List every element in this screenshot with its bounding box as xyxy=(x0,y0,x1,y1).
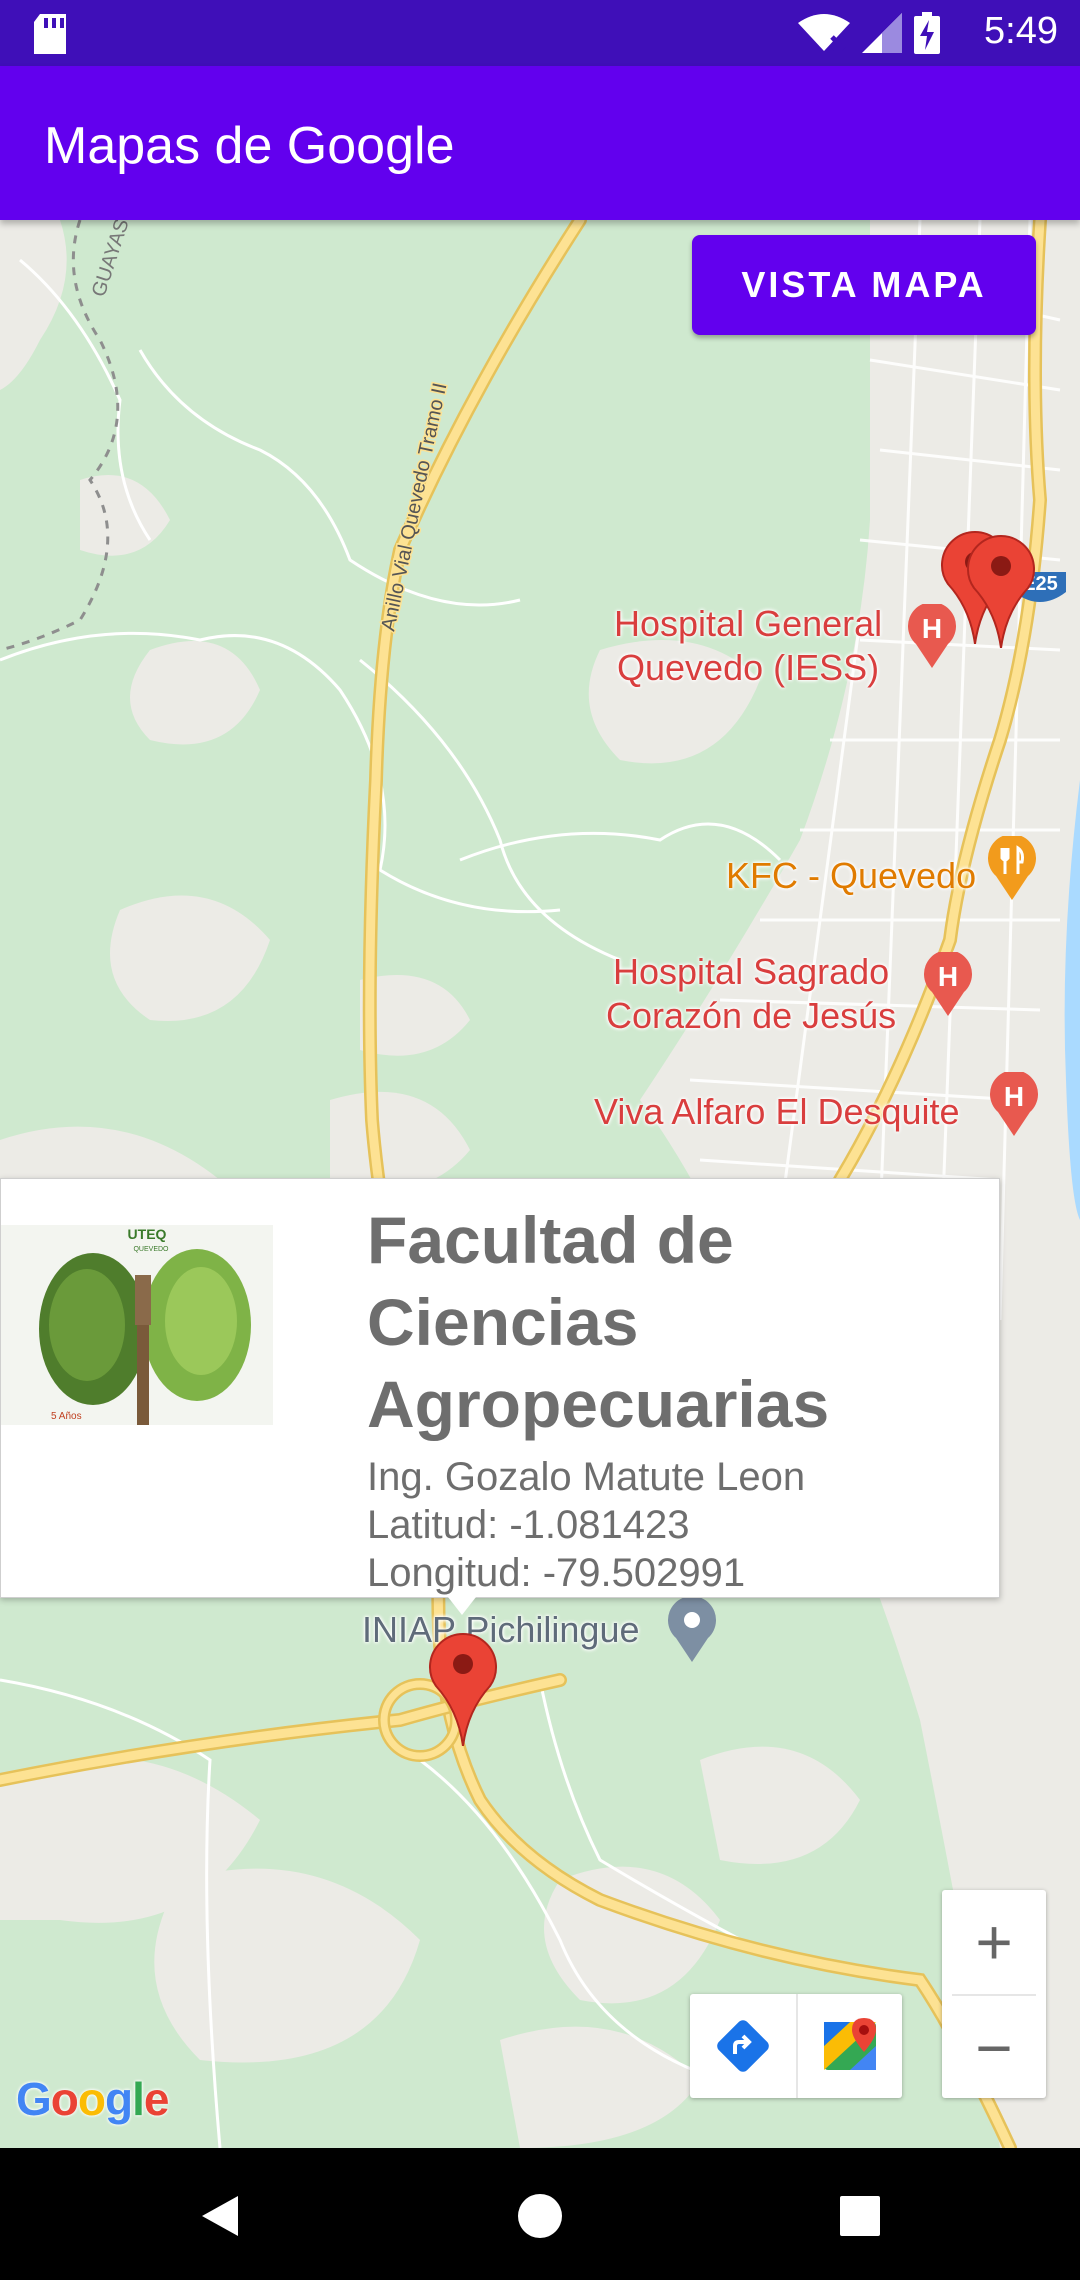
map-marker-selected[interactable] xyxy=(428,1630,498,1746)
zoom-in-button[interactable]: + xyxy=(942,1890,1046,1994)
info-longitude: Longitud: -79.502991 xyxy=(367,1551,746,1595)
recents-button[interactable] xyxy=(820,2176,900,2256)
app-bar: Mapas de Google xyxy=(0,66,1080,220)
google-maps-icon xyxy=(824,2018,876,2070)
place-label-hospital-iess[interactable]: Hospital General Quevedo (IESS) xyxy=(614,602,882,690)
zoom-controls: + − xyxy=(942,1890,1046,2098)
map-marker[interactable] xyxy=(966,532,1036,648)
navigation-bar xyxy=(0,2148,1080,2280)
info-thumbnail: UTEQ QUEVEDO 5 Años xyxy=(1,1225,273,1425)
info-title-line-2: Ciencias xyxy=(367,1285,639,1359)
open-in-maps-button[interactable] xyxy=(796,1994,902,2098)
thumbnail-logo-text: UTEQ xyxy=(128,1226,167,1242)
svg-text:QUEVEDO: QUEVEDO xyxy=(133,1246,169,1253)
zoom-out-button[interactable]: − xyxy=(942,1996,1046,2100)
map-toolbar xyxy=(690,1994,902,2098)
info-title-line-1: Facultad de xyxy=(367,1203,734,1277)
hospital-icon[interactable]: H xyxy=(990,1072,1038,1136)
back-icon xyxy=(202,2196,238,2236)
place-label-kfc[interactable]: KFC - Quevedo xyxy=(726,854,976,898)
info-window-pointer xyxy=(448,1597,476,1615)
signal-icon xyxy=(862,13,902,58)
hospital-icon[interactable]: H xyxy=(924,952,972,1016)
info-person: Ing. Gozalo Matute Leon xyxy=(367,1455,806,1499)
sd-card-icon xyxy=(32,14,68,59)
home-icon xyxy=(518,2194,562,2238)
restaurant-icon[interactable] xyxy=(988,836,1036,900)
place-pin-icon[interactable] xyxy=(668,1598,716,1662)
recents-icon xyxy=(840,2196,880,2236)
info-window[interactable]: UTEQ QUEVEDO 5 Años Facultad de Ciencias… xyxy=(0,1178,1000,1598)
directions-button[interactable] xyxy=(690,1994,796,2098)
place-label-hospital-sagrado[interactable]: Hospital Sagrado Corazón de Jesús xyxy=(606,950,896,1038)
svg-text:5 Años: 5 Años xyxy=(51,1411,82,1422)
status-icons xyxy=(798,12,940,59)
home-button[interactable] xyxy=(500,2176,580,2256)
directions-icon xyxy=(717,2020,769,2072)
vista-mapa-button[interactable]: VISTA MAPA xyxy=(692,235,1036,335)
svg-text:H: H xyxy=(1004,1081,1024,1112)
status-bar: 5:49 xyxy=(0,0,1080,66)
svg-text:H: H xyxy=(938,961,958,992)
info-latitude: Latitud: -1.081423 xyxy=(367,1503,690,1547)
back-button[interactable] xyxy=(180,2176,260,2256)
place-label-viva-alfaro[interactable]: Viva Alfaro El Desquite xyxy=(594,1090,960,1134)
app-title: Mapas de Google xyxy=(44,117,455,175)
status-time: 5:49 xyxy=(984,10,1058,52)
info-title-line-3: Agropecuarias xyxy=(367,1367,830,1441)
battery-charging-icon xyxy=(914,12,940,59)
wifi-x-icon xyxy=(798,13,850,58)
google-logo: Google xyxy=(16,2073,169,2125)
info-content: Facultad de Ciencias Agropecuarias Ing. … xyxy=(367,1199,987,1597)
place-label-iniap[interactable]: INIAP Pichilingue xyxy=(362,1608,640,1652)
